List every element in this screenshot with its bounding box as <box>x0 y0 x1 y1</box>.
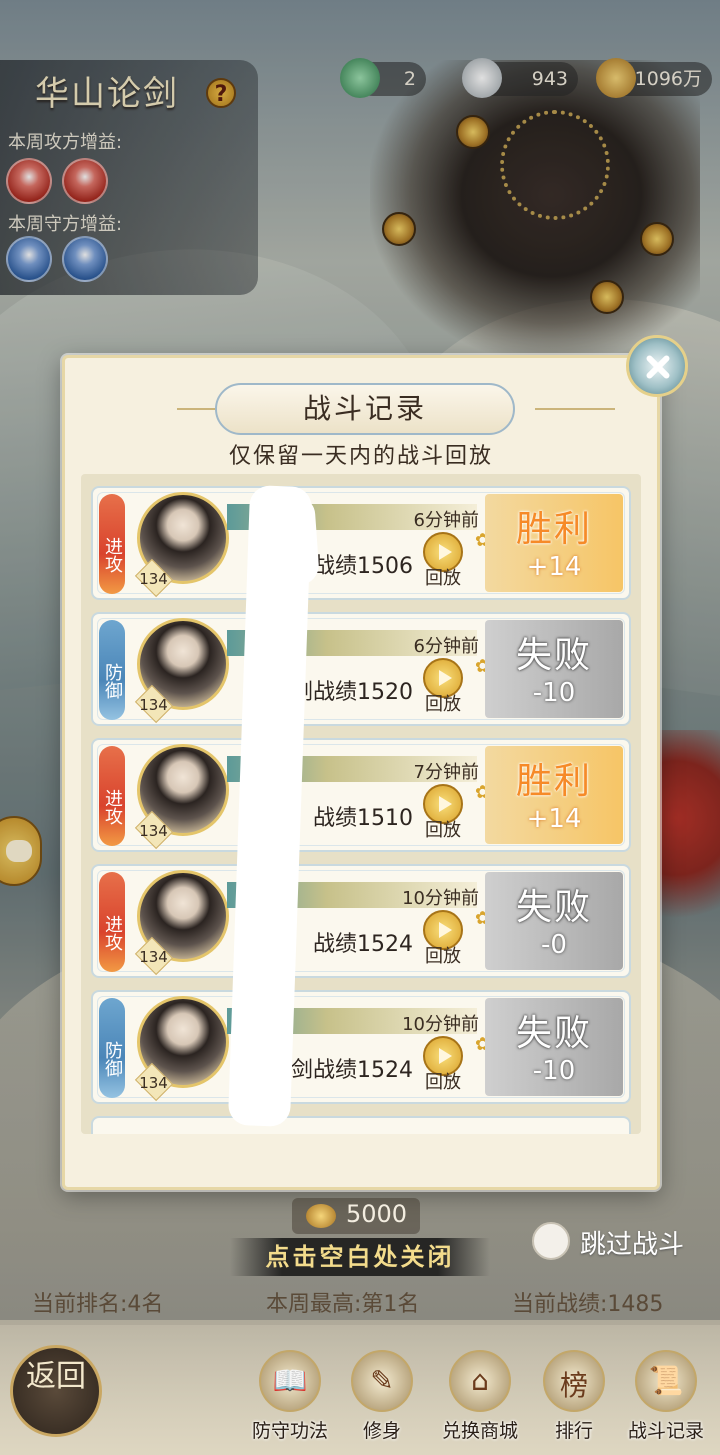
skip-battle-label[interactable]: 跳过战斗 <box>580 1224 684 1261</box>
current-score: 当前战绩:1485 <box>512 1292 664 1317</box>
result-text: 失败 <box>515 635 592 676</box>
nav-defense-skills[interactable]: 📖 防守功法 <box>250 1350 330 1450</box>
entry-cost: 5000 <box>292 1198 420 1234</box>
nav-exchange-shop[interactable]: ⌂ 兑换商城 <box>440 1350 520 1450</box>
skip-battle-toggle[interactable] <box>532 1222 570 1260</box>
side-tag: 进攻 <box>99 746 125 846</box>
side-tag: 防御 <box>99 620 125 720</box>
nav-label: 战斗记录 <box>627 1420 704 1442</box>
battle-time: 10分钟前 <box>402 1014 479 1035</box>
replay-label: 回放 <box>425 1072 461 1093</box>
battle-time: 7分钟前 <box>413 762 479 783</box>
side-tag: 进攻 <box>99 872 125 972</box>
shop-pavilion-icon: ⌂ <box>449 1350 511 1412</box>
battle-record-row: 防御 134 10分钟前 论剑战绩1524 回放 ✿ 失败 -10 <box>91 990 631 1104</box>
replay-label: 回放 <box>425 694 461 715</box>
brush-book-icon: ✎ <box>351 1350 413 1412</box>
nav-label: 排行 <box>554 1420 593 1442</box>
battle-record-row: 进攻 134 6分钟前 战绩1506 回放 ✿ 胜利 +14 <box>91 486 631 600</box>
score-change: -0 <box>541 930 567 960</box>
battle-result: 胜利 +14 <box>485 494 623 592</box>
score-change: -10 <box>532 1056 576 1086</box>
score-change: +14 <box>526 552 582 582</box>
rank-stats: 当前排名:4名 本周最高:第1名 当前战绩:1485 <box>0 1280 720 1320</box>
replay-label: 回放 <box>425 820 461 841</box>
result-text: 失败 <box>515 887 592 928</box>
dialog-title: 战斗记录 <box>215 383 515 435</box>
nav-ranking[interactable]: 榜 排行 <box>534 1350 614 1450</box>
battle-time: 10分钟前 <box>402 888 479 909</box>
side-tag: 进攻 <box>99 494 125 594</box>
entry-cost-value: 5000 <box>346 1200 408 1228</box>
nav-cultivate[interactable]: ✎ 修身 <box>342 1350 422 1450</box>
result-text: 胜利 <box>515 761 592 802</box>
nav-battle-record[interactable]: 📜 战斗记录 <box>626 1350 706 1450</box>
nav-label: 兑换商城 <box>441 1420 518 1442</box>
ranking-banner-icon: 榜 <box>543 1350 605 1412</box>
battle-record-dialog: 战斗记录 仅保留一天内的战斗回放 进攻 134 6分钟前 战绩1506 回放 ✿… <box>62 355 660 1190</box>
side-tag: 防御 <box>99 998 125 1098</box>
battle-result: 失败 -0 <box>485 872 623 970</box>
battle-record-row-partial <box>91 1116 631 1134</box>
dialog-subtitle: 仅保留一天内的战斗回放 <box>228 444 493 469</box>
battle-time: 6分钟前 <box>413 636 479 657</box>
back-button[interactable]: 返回 <box>10 1345 102 1437</box>
replay-label: 回放 <box>425 568 461 589</box>
battle-scroll-icon: 📜 <box>635 1350 697 1412</box>
battle-record-row: 进攻 134 7分钟前 战绩1510 回放 ✿ 胜利 +14 <box>91 738 631 852</box>
copper-coin-icon <box>306 1204 336 1228</box>
result-text: 胜利 <box>515 509 592 550</box>
battle-record-row: 进攻 134 10分钟前 战绩1524 回放 ✿ 失败 -0 <box>91 864 631 978</box>
redaction-mark <box>253 494 321 588</box>
title-ornament-right <box>535 408 615 410</box>
close-icon[interactable] <box>626 335 688 397</box>
result-text: 失败 <box>515 1013 592 1054</box>
scroll-book-icon: 📖 <box>259 1350 321 1412</box>
battle-record-row: 防御 134 6分钟前 剑战绩1520 回放 ✿ 失败 -10 <box>91 612 631 726</box>
current-rank: 当前排名:4名 <box>32 1292 164 1317</box>
weekly-best-rank: 本周最高:第1名 <box>266 1292 420 1317</box>
tap-to-close-hint: 点击空白处关闭 <box>230 1238 490 1276</box>
battle-result: 胜利 +14 <box>485 746 623 844</box>
replay-label: 回放 <box>425 946 461 967</box>
battle-result: 失败 -10 <box>485 620 623 718</box>
battle-time: 6分钟前 <box>413 510 479 531</box>
nav-label: 修身 <box>362 1420 401 1442</box>
score-change: +14 <box>526 804 582 834</box>
nav-label: 防守功法 <box>251 1420 328 1442</box>
battle-record-list[interactable]: 进攻 134 6分钟前 战绩1506 回放 ✿ 胜利 +14 防御 134 6分… <box>81 474 641 1134</box>
score-change: -10 <box>532 678 576 708</box>
battle-result: 失败 -10 <box>485 998 623 1096</box>
